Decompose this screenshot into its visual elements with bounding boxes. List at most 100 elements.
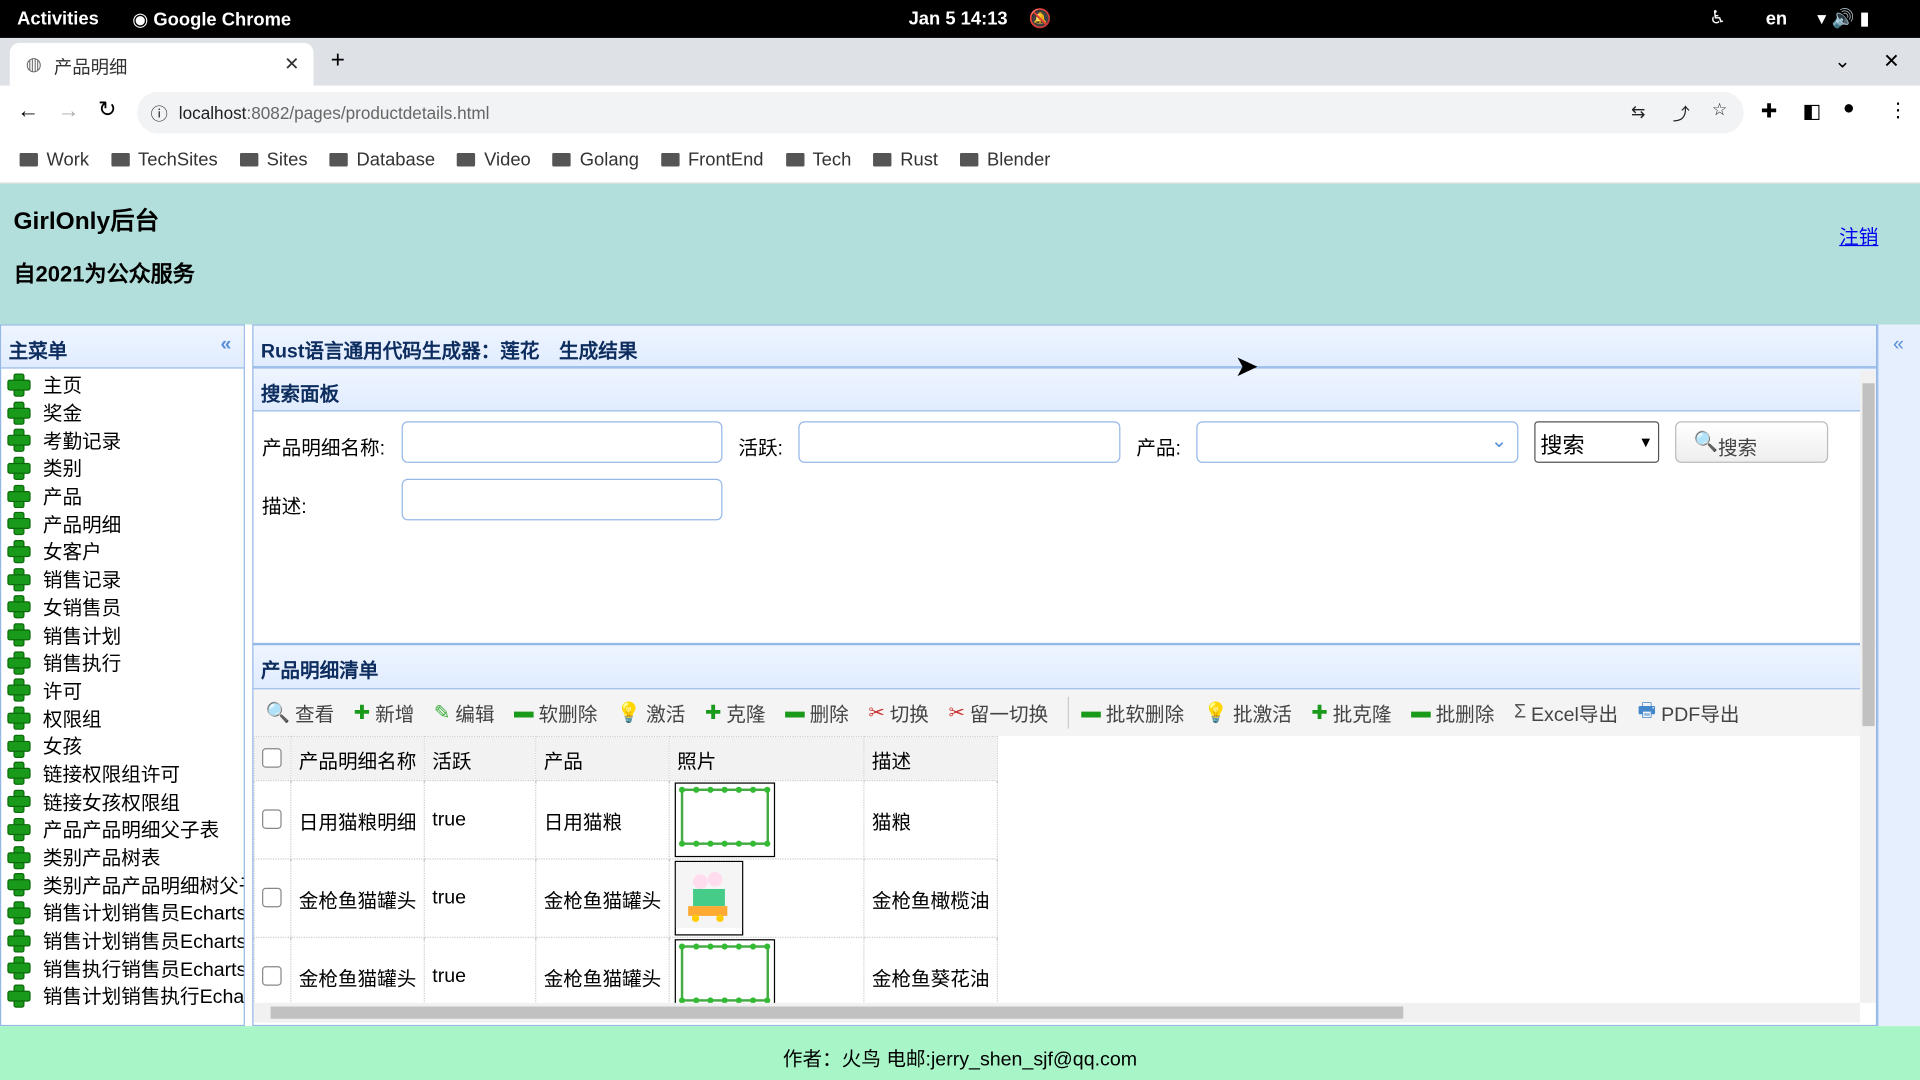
- sidebar-item[interactable]: 链接女孩权限组: [1, 787, 243, 815]
- toolbar-button[interactable]: 🔍 查看: [266, 698, 334, 727]
- toolbar-button[interactable]: Σ Excel导出: [1514, 698, 1618, 727]
- horizontal-scrollbar[interactable]: [253, 1002, 1861, 1023]
- accessibility-icon[interactable]: ♿: [1709, 6, 1725, 28]
- sidebar-item[interactable]: 权限组: [1, 703, 243, 731]
- expand-panel-icon[interactable]: «: [1893, 334, 1904, 356]
- product-combobox[interactable]: ⌄: [1196, 421, 1519, 463]
- menu-icon[interactable]: ⋮: [1888, 98, 1908, 122]
- translate-icon[interactable]: ⇆: [1631, 102, 1645, 123]
- desc-input[interactable]: [401, 478, 723, 521]
- table-row[interactable]: 金枪鱼猫罐头 true 金枪鱼猫罐头 金枪鱼橄榄油: [253, 858, 999, 938]
- sidebar-item[interactable]: 销售计划销售执行Echarts: [1, 981, 244, 1009]
- profile-avatar[interactable]: ●: [1843, 98, 1855, 120]
- bookmark-work[interactable]: Work: [19, 149, 89, 170]
- reload-icon[interactable]: ↻: [98, 97, 116, 123]
- sidebar-item[interactable]: 奖金: [1, 398, 243, 426]
- product-photo[interactable]: [674, 782, 776, 858]
- toolbar-button[interactable]: ▬ 软删除: [514, 698, 597, 727]
- search-mode-select[interactable]: 搜索 ▼: [1534, 421, 1660, 463]
- chevron-down-icon[interactable]: ⌄: [1491, 429, 1507, 453]
- product-photo[interactable]: [674, 860, 744, 936]
- sidebar-item[interactable]: 许可: [1, 675, 243, 703]
- bookmark-golang[interactable]: Golang: [552, 149, 639, 170]
- horizontal-scroll-thumb[interactable]: [270, 1006, 1404, 1019]
- row-checkbox[interactable]: [262, 809, 282, 830]
- share-icon[interactable]: ⤴: [1673, 102, 1690, 126]
- toolbar-button[interactable]: ✂ 留一切换: [948, 698, 1048, 727]
- bookmark-star-icon[interactable]: ☆: [1712, 99, 1727, 120]
- sidebar-item[interactable]: 销售计划销售员Echarts: [1, 898, 244, 926]
- logout-link[interactable]: 注销: [1839, 220, 1878, 249]
- name-input[interactable]: [401, 421, 723, 463]
- sidebar-item[interactable]: 销售记录: [1, 564, 243, 592]
- app-menu[interactable]: ◉ Google Chrome: [132, 9, 291, 31]
- back-icon[interactable]: ←: [17, 98, 39, 124]
- column-header[interactable]: 活跃: [423, 735, 537, 782]
- sidebar-item[interactable]: 女孩: [1, 731, 243, 759]
- table-row[interactable]: 日用猫粮明细 true 日用猫粮 猫粮: [253, 780, 999, 860]
- address-bar[interactable]: ⓘ localhost:8082/pages/productdetails.ht…: [137, 91, 1744, 134]
- sidebar-item[interactable]: 产品: [1, 481, 243, 509]
- extensions-icon[interactable]: ✚: [1761, 99, 1777, 123]
- sidebar-item[interactable]: 类别产品产品明细树父子表: [1, 870, 244, 898]
- bookmark-rust[interactable]: Rust: [873, 149, 938, 170]
- sidebar-item[interactable]: 主页: [1, 370, 243, 398]
- new-tab-button[interactable]: +: [331, 47, 345, 75]
- system-status-icons[interactable]: ▾ 🔊 ▮: [1817, 7, 1869, 30]
- tab-search-icon[interactable]: ⌄: [1834, 49, 1850, 73]
- folder-icon: [785, 153, 804, 167]
- column-header[interactable]: 照片: [668, 735, 865, 782]
- clock[interactable]: Jan 5 14:13: [909, 9, 1008, 30]
- collapse-sidebar-icon[interactable]: «: [221, 334, 232, 356]
- toolbar-button[interactable]: ✚ 批克隆: [1311, 698, 1391, 727]
- close-tab-icon[interactable]: ✕: [284, 53, 299, 75]
- bookmark-blender[interactable]: Blender: [960, 149, 1050, 170]
- column-header[interactable]: 产品明细名称: [290, 735, 425, 782]
- toolbar-button[interactable]: ✎ 编辑: [434, 698, 495, 727]
- activities-button[interactable]: Activities: [17, 9, 99, 30]
- toolbar-button[interactable]: ▬ 批软删除: [1081, 698, 1184, 727]
- bookmark-frontend[interactable]: FrontEnd: [661, 149, 764, 170]
- sidebar-item[interactable]: 链接权限组许可: [1, 759, 243, 787]
- bookmark-sites[interactable]: Sites: [239, 149, 308, 170]
- column-header[interactable]: 描述: [863, 735, 999, 782]
- browser-tab[interactable]: ◍ 产品明细 ✕: [9, 42, 314, 86]
- bookmark-tech[interactable]: Tech: [785, 149, 851, 170]
- side-panel-icon[interactable]: ◧: [1802, 99, 1821, 123]
- sidebar-item[interactable]: 女客户: [1, 536, 243, 564]
- sidebar-item[interactable]: 产品产品明细父子表: [1, 814, 243, 842]
- window-close-icon[interactable]: ✕: [1883, 49, 1899, 73]
- plus-icon: ✚: [353, 702, 371, 724]
- bookmark-video[interactable]: Video: [457, 149, 531, 170]
- sidebar-item[interactable]: 销售执行销售员Echarts: [1, 953, 244, 981]
- select-all-checkbox[interactable]: [262, 748, 282, 769]
- sidebar-item[interactable]: 类别: [1, 453, 243, 481]
- toolbar-button[interactable]: ▬ 批删除: [1411, 698, 1494, 727]
- vertical-scrollbar[interactable]: [1860, 371, 1876, 1003]
- sidebar-item[interactable]: 女销售员: [1, 592, 243, 620]
- toolbar-button[interactable]: ✚ 克隆: [705, 698, 766, 727]
- toolbar-button[interactable]: ▬ 删除: [785, 698, 849, 727]
- toolbar-button[interactable]: ✂ 切换: [868, 698, 929, 727]
- sidebar-item[interactable]: 考勤记录: [1, 425, 243, 453]
- toolbar-button[interactable]: ✚ 新增: [354, 698, 415, 727]
- active-input[interactable]: [798, 421, 1121, 463]
- toolbar-button[interactable]: 🖶 PDF导出: [1638, 696, 1740, 729]
- search-button[interactable]: 🔍 搜索: [1675, 421, 1829, 463]
- toolbar-button[interactable]: 💡 批激活: [1204, 698, 1292, 727]
- toolbar-button[interactable]: 💡 激活: [617, 698, 685, 727]
- language-indicator[interactable]: en: [1766, 9, 1787, 30]
- row-checkbox[interactable]: [262, 966, 282, 987]
- bookmark-database[interactable]: Database: [329, 149, 435, 170]
- sidebar-item[interactable]: 销售执行: [1, 648, 243, 676]
- forward-icon[interactable]: →: [58, 98, 80, 124]
- vertical-scroll-thumb[interactable]: [1862, 383, 1875, 727]
- sidebar-item[interactable]: 销售计划销售员Echarts: [1, 925, 244, 953]
- page-header: GirlOnly后台 自2021为公众服务 注销: [0, 183, 1920, 325]
- column-header[interactable]: 产品: [535, 735, 670, 782]
- sidebar-item[interactable]: 销售计划: [1, 620, 243, 648]
- sidebar-item[interactable]: 类别产品树表: [1, 842, 243, 870]
- row-checkbox[interactable]: [262, 888, 282, 908]
- sidebar-item[interactable]: 产品明细: [1, 509, 243, 537]
- bookmark-techsites[interactable]: TechSites: [111, 149, 218, 170]
